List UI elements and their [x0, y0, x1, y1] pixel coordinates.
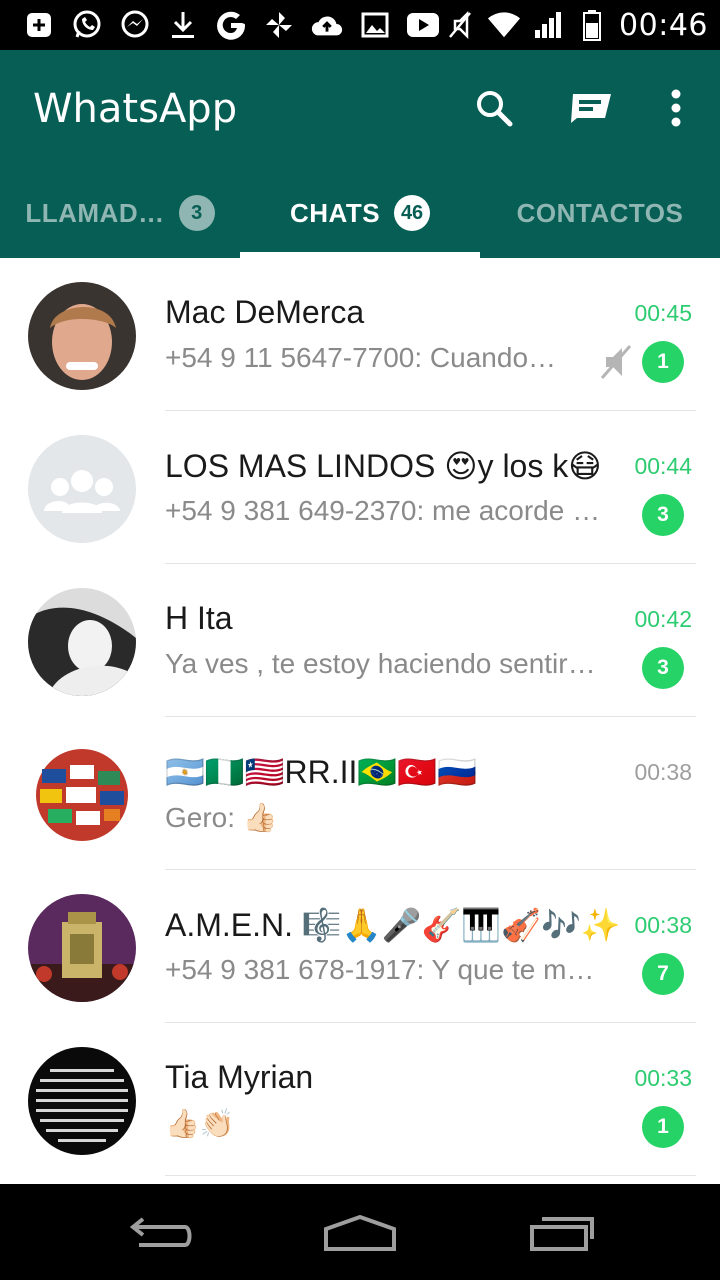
whatsapp-icon — [70, 8, 104, 42]
chat-name: LOS MAS LINDOS 😍y los k😷 — [165, 448, 602, 484]
tab-llamadas[interactable]: LLAMAD… 3 — [0, 168, 240, 258]
tab-bar: LLAMAD… 3 CHATS 46 CONTACTOS — [0, 168, 720, 258]
chat-row[interactable]: A.M.E.N. 🎼🙏🎤🎸🎹🎻🎶✨ 00:38 +54 9 381 678-19… — [0, 870, 720, 1023]
unread-badge: 1 — [642, 1106, 684, 1148]
avatar[interactable] — [28, 741, 136, 849]
signal-icon — [531, 8, 565, 42]
image-icon — [358, 8, 392, 42]
chat-preview: Ya ves , te estoy haciendo sentir… — [165, 648, 596, 679]
tab-count-badge: 46 — [394, 195, 431, 231]
chat-name: H Ita — [165, 600, 233, 636]
home-icon[interactable] — [320, 1208, 400, 1258]
chat-list[interactable]: Mac DeMerca 00:45 +54 9 11 5647-7700: Cu… — [0, 258, 720, 1176]
chat-time: 00:38 — [634, 912, 692, 938]
app-bar: WhatsApp — [0, 50, 720, 168]
chat-name: A.M.E.N. 🎼🙏🎤🎸🎹🎻🎶✨ — [165, 907, 621, 943]
tab-label: CHATS — [289, 197, 381, 228]
avatar[interactable] — [28, 894, 136, 1002]
tab-contactos[interactable]: CONTACTOS — [480, 168, 720, 258]
avatar[interactable] — [28, 282, 136, 390]
download-icon — [166, 8, 200, 42]
tab-chats[interactable]: CHATS 46 — [240, 168, 480, 258]
chat-preview: +54 9 381 678-1917: Y que te me… — [165, 954, 605, 985]
chat-preview: +54 9 11 5647-7700: Cuando… — [165, 342, 557, 373]
unread-badge: 1 — [642, 341, 684, 383]
messenger-icon — [118, 8, 152, 42]
wifi-icon — [487, 8, 521, 42]
unread-badge: 3 — [642, 494, 684, 536]
chat-time: 00:42 — [634, 606, 692, 632]
chat-row[interactable]: LOS MAS LINDOS 😍y los k😷 00:44 +54 9 381… — [0, 411, 720, 564]
chat-row[interactable]: H Ita 00:42 Ya ves , te estoy haciendo s… — [0, 564, 720, 717]
youtube-icon — [406, 8, 440, 42]
chat-preview: Gero: 👍🏻 — [165, 802, 278, 833]
clock: 00:46 — [619, 7, 708, 43]
chat-row[interactable]: Tia Myrian 00:33 👍🏻👏🏻 1 — [0, 1023, 720, 1176]
chat-time: 00:44 — [634, 453, 692, 479]
app-title: WhatsApp — [33, 86, 238, 132]
back-icon[interactable] — [120, 1208, 200, 1258]
google-icon — [214, 8, 248, 42]
unread-badge: 3 — [642, 647, 684, 689]
tab-label: CONTACTOS — [516, 197, 684, 228]
navigation-bar — [0, 1184, 720, 1280]
chat-name: Tia Myrian — [165, 1059, 314, 1095]
new-chat-icon[interactable] — [568, 84, 616, 132]
chat-preview: +54 9 381 649-2370: me acorde j… — [165, 495, 605, 526]
chat-time: 00:45 — [634, 300, 692, 326]
chat-row[interactable]: Mac DeMerca 00:45 +54 9 11 5647-7700: Cu… — [0, 258, 720, 411]
divider — [165, 1175, 696, 1176]
add-box-icon — [22, 8, 56, 42]
avatar[interactable] — [28, 435, 136, 543]
avatar[interactable] — [28, 1047, 136, 1155]
chat-name: 🇦🇷🇳🇬🇱🇷RR.II🇧🇷🇹🇷🇷🇺 — [165, 754, 477, 790]
chat-preview: 👍🏻👏🏻 — [165, 1108, 235, 1139]
chat-row[interactable]: 🇦🇷🇳🇬🇱🇷RR.II🇧🇷🇹🇷🇷🇺 00:38 Gero: 👍🏻 — [0, 717, 720, 870]
tab-count-badge: 3 — [178, 195, 215, 231]
tab-label: LLAMAD… — [25, 197, 165, 228]
chat-time: 00:38 — [634, 759, 692, 785]
unread-badge: 7 — [642, 953, 684, 995]
muted-icon — [598, 342, 634, 382]
mute-icon — [443, 8, 477, 42]
more-vert-icon[interactable] — [652, 84, 700, 132]
battery-icon — [575, 8, 609, 42]
chat-time: 00:33 — [634, 1065, 692, 1091]
search-icon[interactable] — [470, 84, 518, 132]
chat-name: Mac DeMerca — [165, 294, 365, 330]
recents-icon[interactable] — [522, 1208, 602, 1258]
cloud-upload-icon — [310, 8, 344, 42]
status-bar: 00:46 — [0, 0, 720, 50]
pinwheel-icon — [262, 8, 296, 42]
avatar[interactable] — [28, 588, 136, 696]
